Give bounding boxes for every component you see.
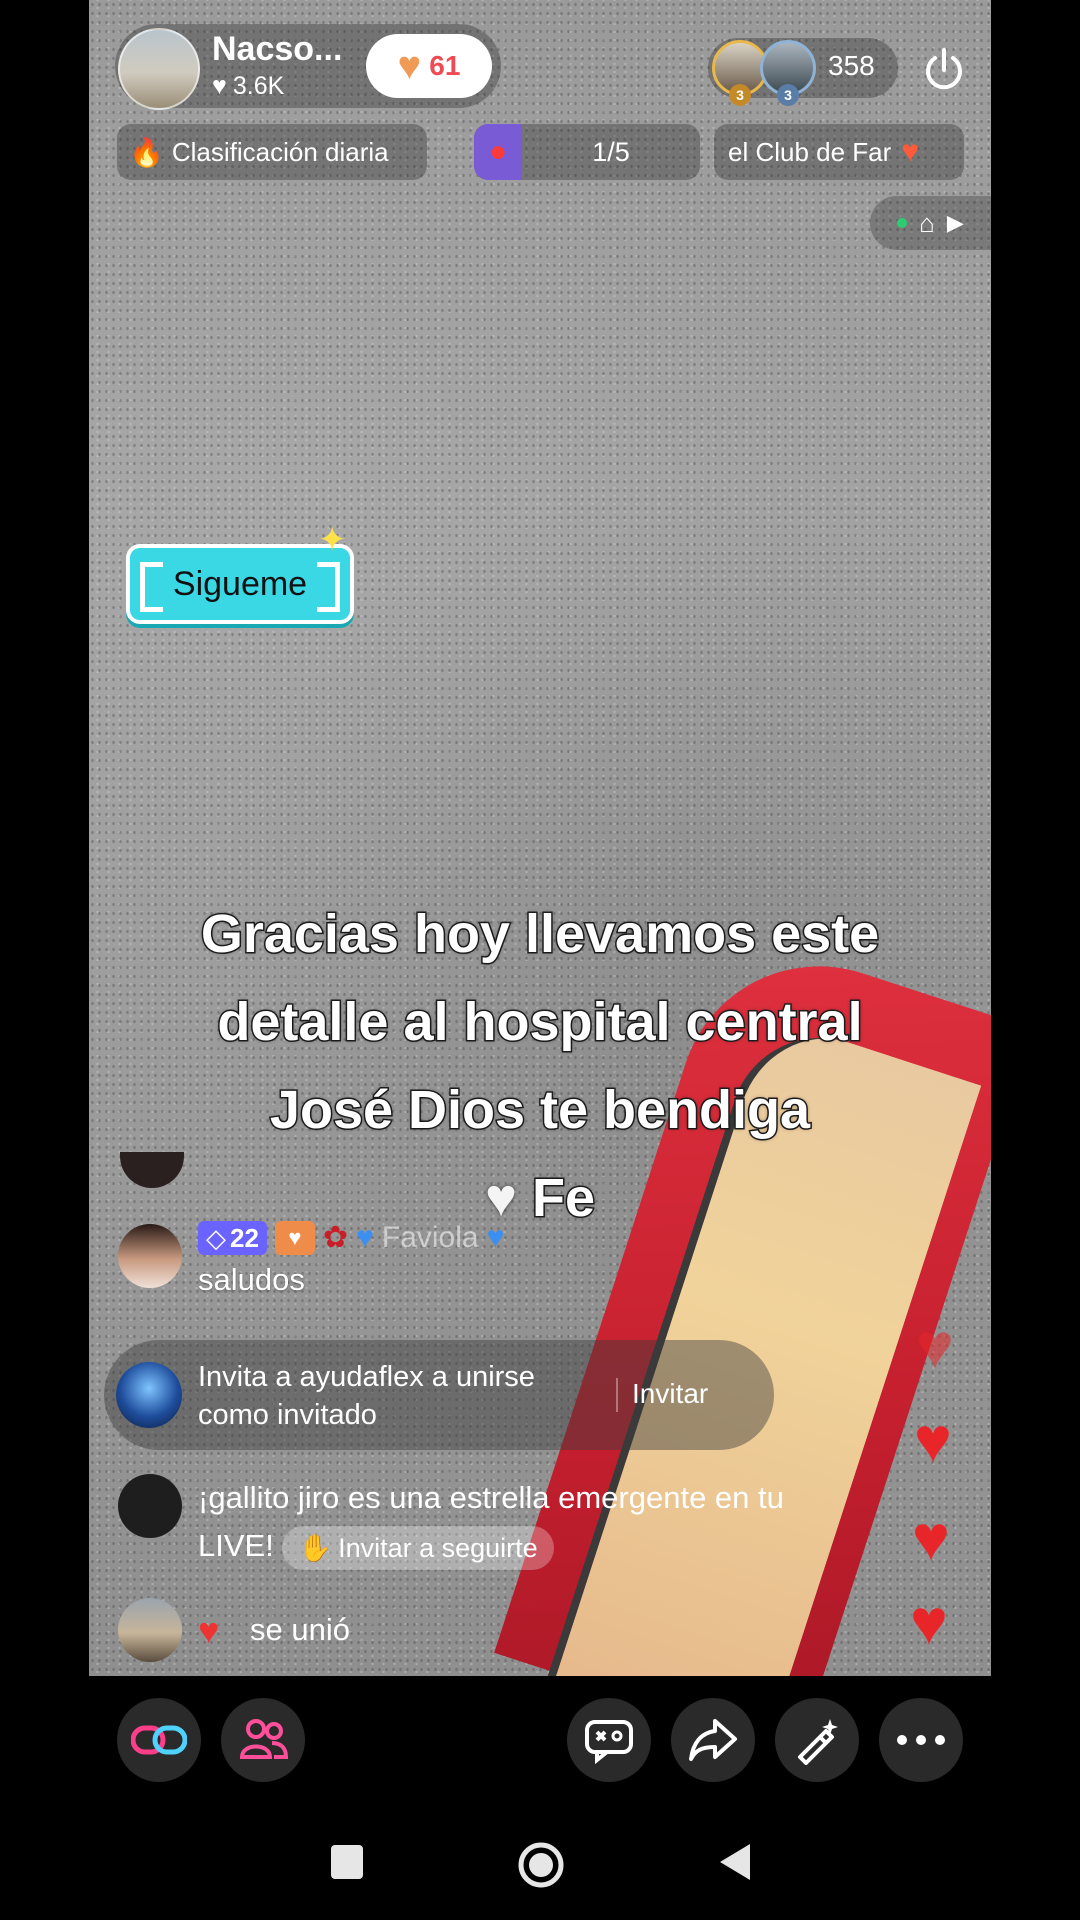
chevron-right-icon: ▶ [946,210,964,235]
like-button-count: 61 [429,50,461,81]
floating-heart-icon: ♥ [914,1404,952,1476]
host-likes-count: 3.6K [232,72,285,100]
live-screen: Nacso... ♥ 3.6K ♥ 61 3 3 358 🔥 Clasifica… [0,0,1080,1920]
invite-follow-button[interactable]: ✋ Invitar a seguirte [282,1525,554,1570]
invite-button[interactable]: Invitar [632,1378,708,1410]
home-button[interactable] [516,1840,566,1890]
diamond-icon: ◇ [206,1222,226,1253]
fan-badge: ♥ [274,1221,315,1255]
home-icon [518,1842,564,1888]
camera-icon: ⌂ [919,207,935,238]
goal-icon: ● [474,124,522,180]
wave-icon: ✋ [298,1532,333,1563]
emerging-line: LIVE! [198,1528,274,1563]
heart-icon: ♥ [212,72,227,100]
invite-line: como invitado [198,1399,377,1431]
divider [616,1378,618,1412]
daily-ranking-label: Clasificación diaria [171,136,389,167]
power-icon[interactable] [918,44,970,96]
share-button[interactable] [671,1698,755,1782]
flame-icon: 🔥 [129,136,164,168]
more-icon [897,1735,945,1745]
viewer-rank-badge: 3 [729,84,751,106]
caption-line: Gracias hoy llevamos este [199,903,880,966]
club-icon: ♥ [901,135,920,168]
recents-icon [331,1845,363,1879]
stream-caption: Gracias hoy llevamos este detalle al hos… [150,890,930,1242]
floating-heart-icon: ♥ [910,1586,948,1658]
goal-chip[interactable]: ● 1/5 [474,124,700,180]
rose-icon: ✿ [322,1221,349,1254]
heart-icon: ♥ [397,44,422,88]
share-icon [689,1719,737,1761]
fan-club-chip[interactable]: el Club de Far ♥ [714,124,964,180]
emerging-star-message: ¡gallito jiro es una estrella emergente … [198,1474,918,1570]
goal-progress: 1/5 [592,136,630,167]
white-heart-icon: ♥ [484,1168,517,1228]
magic-wand-icon [798,1719,838,1765]
like-button[interactable]: ♥ 61 [366,34,492,98]
chat-username[interactable]: Faviola [382,1221,479,1255]
recents-button[interactable] [330,1840,364,1884]
viewer-rank-badge: 3 [777,84,799,106]
chat-message: saludos [198,1262,305,1297]
viewer-count[interactable]: 358 [828,50,875,82]
guests-icon [239,1719,288,1759]
emerging-line: ¡gallito jiro es una estrella emergente … [198,1480,784,1515]
invite-avatar[interactable] [116,1362,182,1428]
follow-me-label: Sigueme [172,564,308,603]
back-icon [720,1844,750,1880]
link-icon [131,1725,187,1755]
host-name[interactable]: Nacso... [212,30,342,69]
level-value: 22 [230,1222,259,1253]
chat-avatar[interactable] [118,1474,182,1538]
fan-club-label: el Club de Far [728,136,892,167]
effects-button[interactable] [775,1698,859,1782]
back-button[interactable] [714,1840,754,1884]
heart-badge-icon: ♥ [198,1610,220,1651]
more-button[interactable] [879,1698,963,1782]
joined-message: se unió [250,1612,350,1647]
caption-line: detalle al hospital central [216,991,864,1054]
floating-heart-icon: ♥ [912,1502,950,1574]
chat-avatar[interactable] [118,1224,182,1288]
caption-line: José Dios te bendiga [268,1079,811,1142]
invite-line: Invita a ayudaflex a unirse [198,1361,535,1393]
floating-heart-icon: ♥ [916,1310,954,1382]
live-dot [897,218,908,228]
chat-avatar[interactable] [118,1598,182,1662]
mini-stream-toggle[interactable]: ⌂ ▶ [870,196,991,250]
chat-badges: ◇ 22 ♥ ✿ ♥ Faviola ♥ [198,1221,504,1255]
invite-follow-label: Invitar a seguirte [338,1532,538,1563]
sparkle-icon: ✦ [318,521,347,559]
host-likes: ♥ 3.6K [212,72,284,101]
guests-button[interactable] [221,1698,305,1782]
invite-guest-text: Invita a ayudaflex a unirse como invitad… [198,1358,618,1434]
daily-ranking-chip[interactable]: 🔥 Clasificación diaria [117,124,427,180]
link-button[interactable] [117,1698,201,1782]
blue-heart-icon: ♥ [356,1221,374,1254]
caption-line: Fe [531,1167,597,1230]
gamepad-icon [585,1720,633,1764]
game-button[interactable] [567,1698,651,1782]
level-badge: ◇ 22 [198,1221,267,1255]
host-avatar[interactable] [118,28,200,110]
blue-heart-icon: ♥ [486,1221,505,1254]
